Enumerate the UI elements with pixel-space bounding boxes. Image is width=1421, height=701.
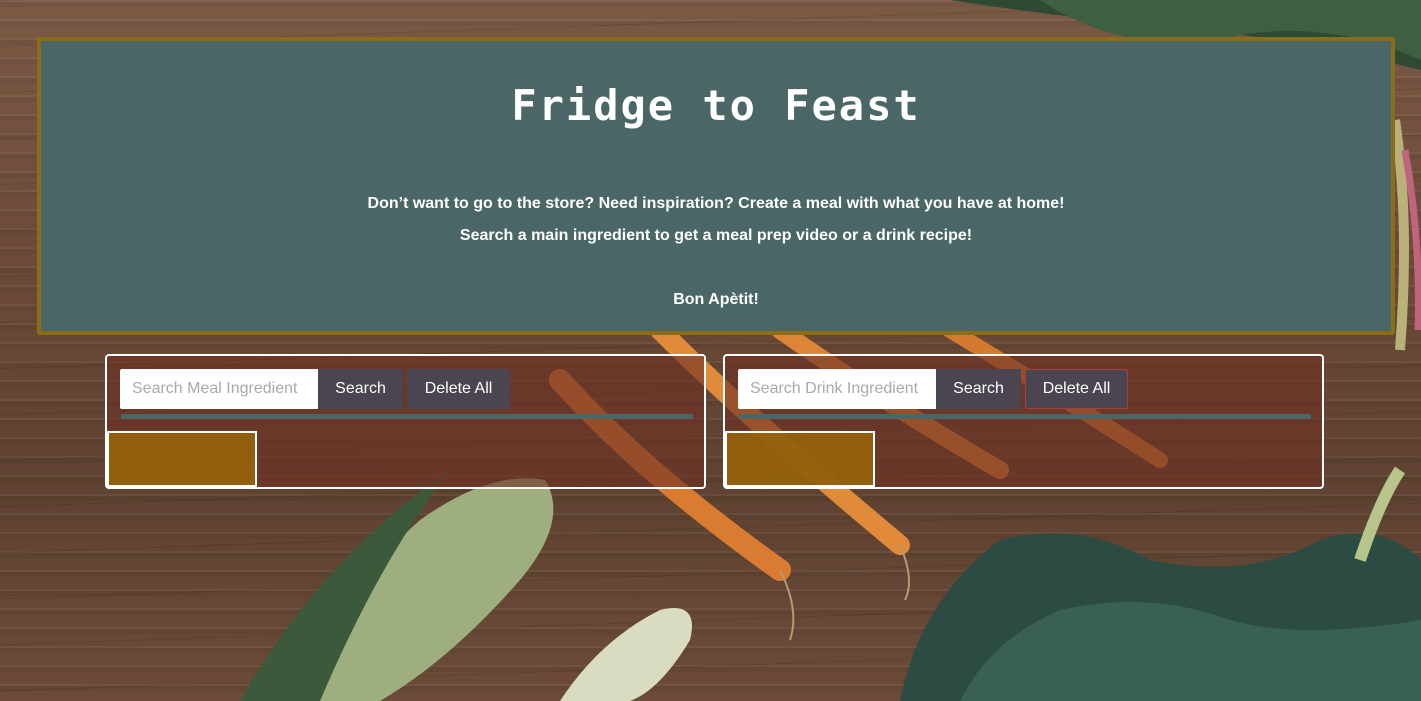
meal-search-panel: Search Delete All	[105, 354, 706, 489]
app-header: Fridge to Feast Don’t want to go to the …	[37, 37, 1395, 335]
page-title: Fridge to Feast	[511, 81, 921, 130]
header-greeting: Bon Apètit!	[673, 291, 759, 308]
drink-divider	[739, 414, 1311, 419]
header-instructions: Search a main ingredient to get a meal p…	[459, 227, 973, 244]
drink-result-box[interactable]	[725, 431, 875, 487]
meal-result-box[interactable]	[107, 431, 257, 487]
drink-search-panel: Search Delete All	[723, 354, 1324, 489]
meal-delete-all-button[interactable]: Delete All	[407, 369, 510, 409]
header-tagline: Don’t want to go to the store? Need insp…	[367, 195, 1065, 212]
meal-search-input[interactable]	[120, 369, 342, 409]
drink-search-button[interactable]: Search	[936, 369, 1021, 409]
meal-divider	[121, 414, 693, 419]
meal-search-button[interactable]: Search	[318, 369, 403, 409]
drink-search-input[interactable]	[738, 369, 960, 409]
drink-delete-all-button[interactable]: Delete All	[1025, 369, 1128, 409]
